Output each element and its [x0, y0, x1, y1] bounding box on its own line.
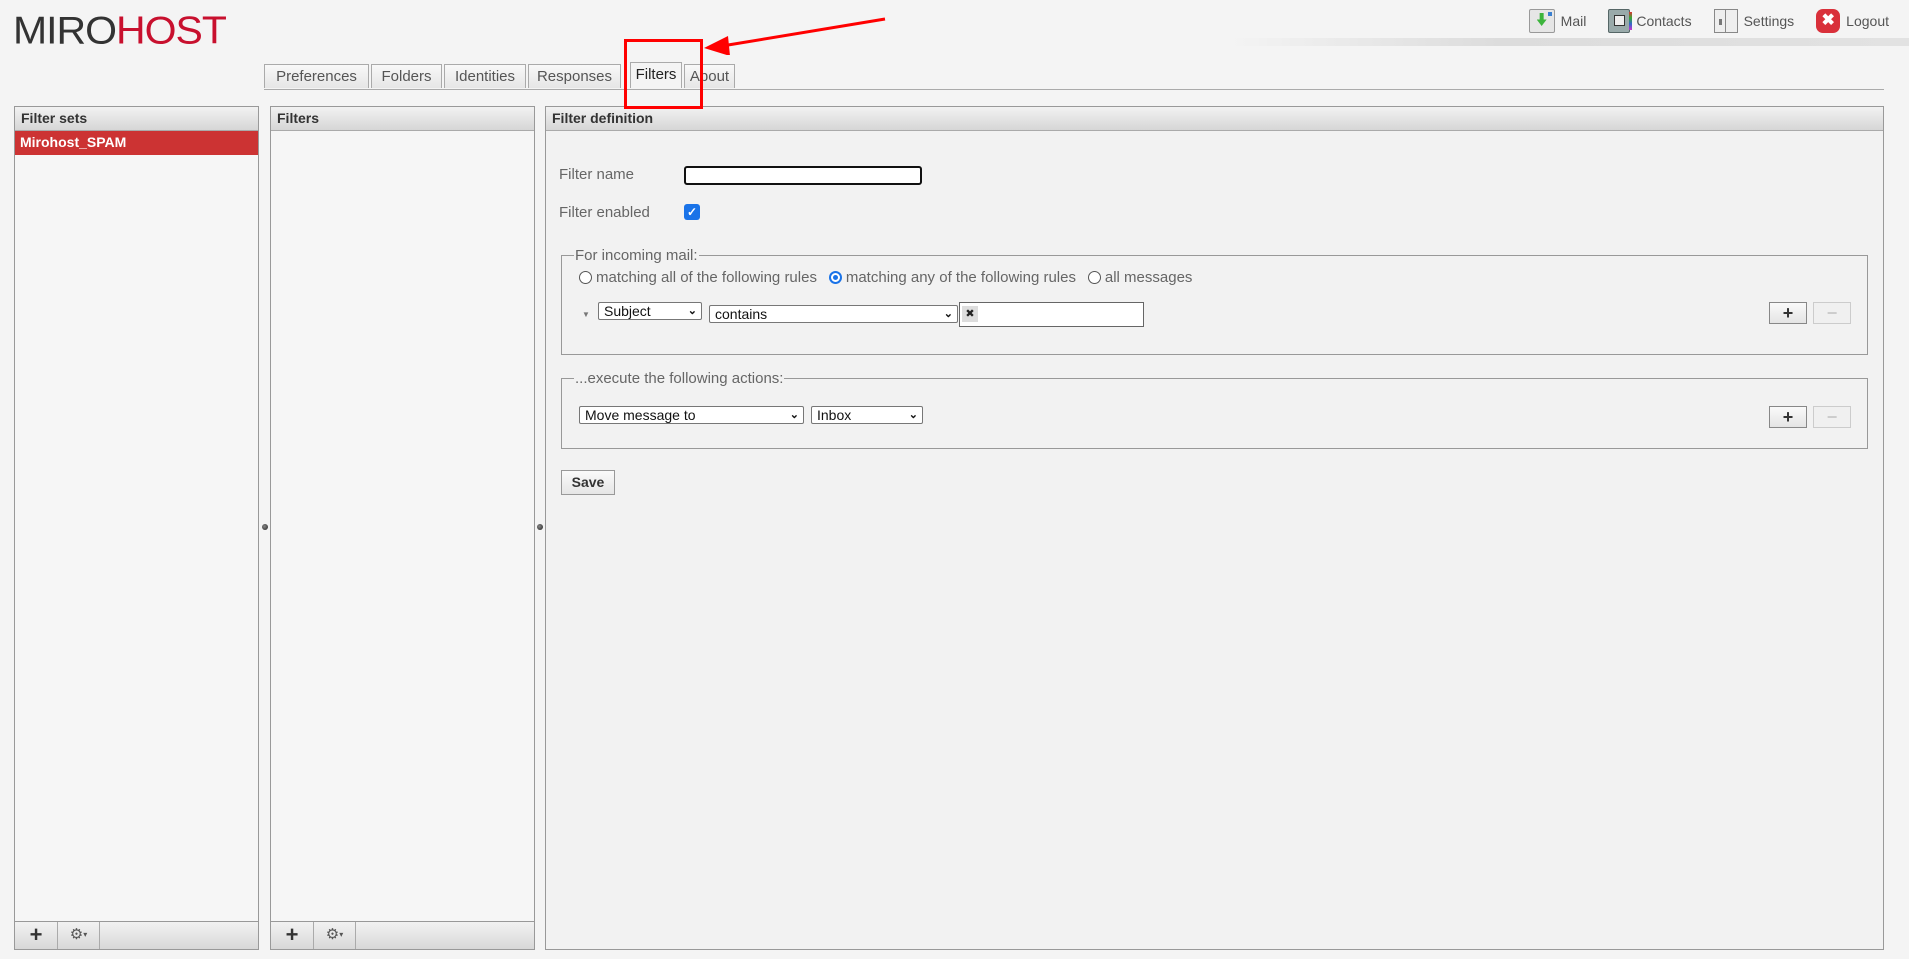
match-all-label: matching all of the following rules — [596, 269, 817, 286]
logo: MIROHOST — [13, 8, 227, 52]
nav-mail[interactable]: Mail — [1528, 9, 1587, 33]
remove-action-button[interactable]: − — [1813, 406, 1851, 428]
add-action-button[interactable]: + — [1769, 406, 1807, 428]
filters-panel: Filters + ⚙▾ — [270, 106, 535, 950]
actions-legend: ...execute the following actions: — [575, 370, 784, 387]
nav-logout-label: Logout — [1846, 13, 1889, 29]
action-type-select[interactable]: Move message to ⌄ — [579, 406, 804, 424]
nav-contacts-label: Contacts — [1636, 13, 1692, 29]
rule-operator-value: contains — [715, 306, 768, 322]
rule-header-select[interactable]: Subject ⌄ — [598, 302, 702, 320]
incoming-mail-legend: For incoming mail: — [575, 247, 698, 264]
top-navigation: Mail Contacts Settings ✖ Logout — [1507, 9, 1889, 33]
tab-folders[interactable]: Folders — [371, 64, 442, 88]
rule-operator-select[interactable]: contains ⌄ — [709, 305, 958, 323]
action-folder-select[interactable]: Inbox ⌄ — [811, 406, 923, 424]
filter-definition-header: Filter definition — [546, 107, 1883, 131]
tab-identities[interactable]: Identities — [444, 64, 526, 88]
filters-footer: + ⚙▾ — [271, 921, 534, 949]
filter-actions-button[interactable]: ⚙▾ — [314, 922, 356, 949]
filter-sets-header: Filter sets — [15, 107, 258, 131]
annotation-arrow — [704, 17, 886, 55]
gear-icon: ⚙ — [69, 926, 84, 943]
settings-icon — [1713, 9, 1738, 33]
header-shade — [1229, 38, 1909, 46]
nav-mail-label: Mail — [1560, 13, 1587, 29]
match-all-radio[interactable] — [579, 271, 592, 284]
filter-enabled-checkbox[interactable]: ✓ — [684, 204, 700, 220]
chevron-down-icon: ⌄ — [789, 409, 799, 421]
caret-down-icon: ▾ — [83, 930, 88, 940]
filter-name-label: Filter name — [559, 166, 635, 183]
logo-part-1: MIRO — [13, 8, 117, 52]
all-messages-label: all messages — [1104, 269, 1193, 286]
nav-settings[interactable]: Settings — [1713, 9, 1795, 33]
rule-header-value: Subject — [604, 303, 651, 319]
annotation-arrow-head — [704, 36, 730, 55]
all-messages-radio[interactable] — [1087, 271, 1101, 284]
logo-part-2: HOST — [116, 8, 227, 52]
settings-tabs: Preferences Folders Identities Responses… — [264, 62, 1884, 90]
contacts-icon — [1608, 9, 1633, 33]
filter-set-item[interactable]: Mirohost_SPAM — [15, 131, 258, 155]
add-filter-button[interactable]: + — [271, 922, 314, 949]
match-options: matching all of the following rules matc… — [579, 269, 1200, 286]
save-button[interactable]: Save — [561, 470, 615, 495]
chevron-down-icon: ⌄ — [943, 308, 953, 320]
rule-value-input[interactable]: ✖ — [959, 302, 1144, 327]
splitter-handle[interactable] — [262, 524, 268, 530]
splitter-handle[interactable] — [537, 524, 543, 530]
tab-responses[interactable]: Responses — [528, 64, 621, 88]
filter-definition-panel: Filter definition — [545, 106, 1884, 950]
filter-set-actions-button[interactable]: ⚙▾ — [58, 922, 100, 949]
nav-contacts[interactable]: Contacts — [1608, 9, 1692, 33]
add-rule-button[interactable]: + — [1769, 302, 1807, 324]
nav-logout[interactable]: ✖ Logout — [1816, 9, 1889, 33]
logout-icon: ✖ — [1816, 9, 1841, 33]
chevron-down-icon: ⌄ — [687, 305, 697, 317]
annotation-arrow-line — [721, 17, 886, 48]
incoming-mail-group: For incoming mail: — [561, 247, 1868, 355]
remove-rule-button[interactable]: − — [1813, 302, 1851, 324]
rule-expand-icon[interactable]: ▼ — [582, 310, 590, 319]
match-any-radio[interactable] — [828, 271, 842, 284]
mail-icon — [1528, 9, 1555, 33]
filters-header: Filters — [271, 107, 534, 131]
add-filter-set-button[interactable]: + — [15, 922, 58, 949]
match-any-label: matching any of the following rules — [845, 269, 1076, 286]
filter-sets-panel: Filter sets Mirohost_SPAM + ⚙▾ — [14, 106, 259, 950]
action-folder-value: Inbox — [817, 407, 852, 423]
annotation-highlight-box — [624, 39, 703, 109]
action-type-value: Move message to — [585, 407, 696, 423]
filter-name-input[interactable] — [684, 166, 922, 185]
clear-input-icon[interactable]: ✖ — [962, 306, 978, 322]
chevron-down-icon: ⌄ — [908, 409, 918, 421]
header: MIROHOST Mail Contacts Settings ✖ Logout — [0, 0, 1909, 60]
nav-settings-label: Settings — [1743, 13, 1795, 29]
filter-sets-footer: + ⚙▾ — [15, 921, 258, 949]
tab-preferences[interactable]: Preferences — [264, 64, 369, 88]
caret-down-icon: ▾ — [339, 930, 344, 940]
gear-icon: ⚙ — [325, 926, 340, 943]
filter-enabled-label: Filter enabled — [559, 204, 650, 221]
